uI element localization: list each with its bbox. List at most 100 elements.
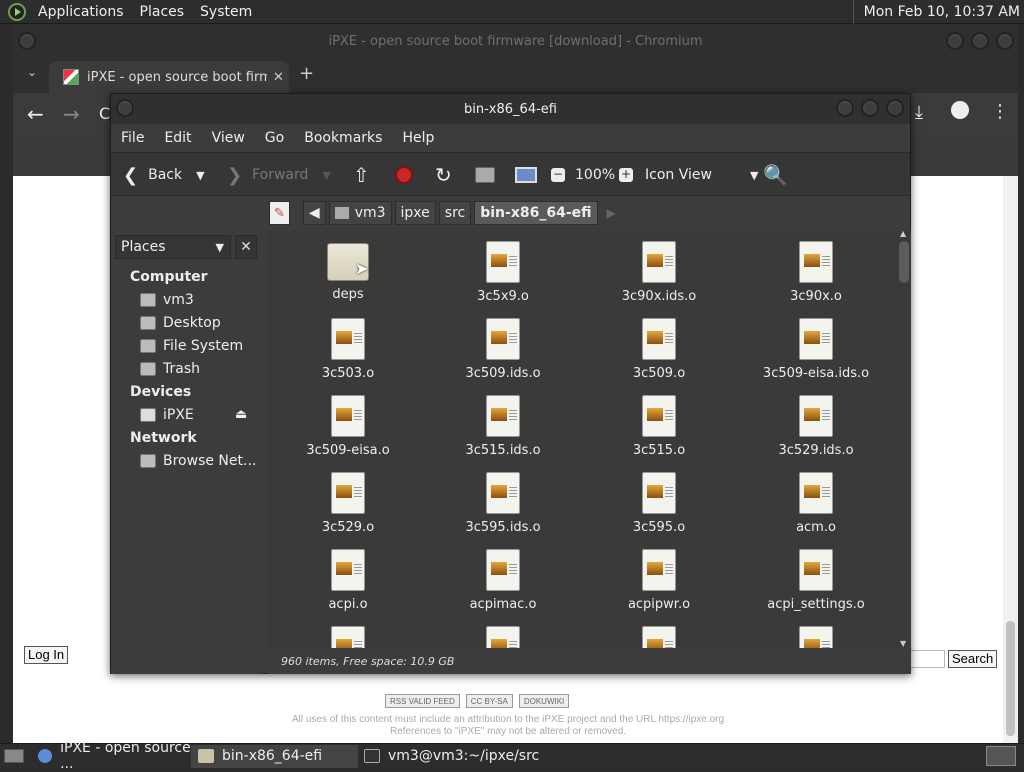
forward-button[interactable]: ❯ Forward ▼ bbox=[227, 153, 331, 197]
sidebar-item-browse-network[interactable]: Browse Net... bbox=[140, 453, 256, 469]
maximize-button[interactable] bbox=[971, 32, 989, 50]
up-arrow-icon[interactable]: ⇧ bbox=[353, 153, 370, 197]
fm-menu-go[interactable]: Go bbox=[255, 130, 294, 146]
task-file-manager[interactable]: bin-x86_64-efi bbox=[192, 744, 358, 768]
view-mode-select[interactable]: Icon View ▼ bbox=[645, 153, 758, 197]
file-item[interactable]: acpi_settings.o bbox=[751, 549, 881, 612]
menu-places[interactable]: Places bbox=[132, 4, 193, 20]
profile-avatar-icon[interactable] bbox=[951, 101, 969, 119]
file-icon-view[interactable]: deps 3c5x9.o 3c90x.ids.o 3c90x.o 3c503.o… bbox=[267, 231, 897, 648]
crumb-ipxe[interactable]: ipxe bbox=[394, 201, 436, 225]
page-scroll-thumb[interactable] bbox=[1006, 621, 1015, 736]
back-arrow-icon[interactable]: ← bbox=[27, 102, 44, 126]
fm-minimize-button[interactable] bbox=[836, 99, 854, 117]
sidebar-mode-select[interactable]: Places ▼ bbox=[115, 235, 231, 259]
file-item[interactable]: 3c509-eisa.ids.o bbox=[751, 318, 881, 381]
reload-icon[interactable]: C bbox=[99, 104, 110, 123]
sidebar-item-vm3[interactable]: vm3 bbox=[140, 292, 194, 308]
file-item[interactable]: 3c509.ids.o bbox=[438, 318, 568, 381]
task-chromium[interactable]: iPXE - open source ... bbox=[32, 740, 192, 772]
file-item[interactable]: 3c90x.ids.o bbox=[594, 241, 724, 304]
fm-window-menu-button[interactable] bbox=[116, 99, 134, 117]
file-item[interactable]: 3c503.o bbox=[283, 318, 413, 381]
file-item[interactable]: 3c595.o bbox=[594, 472, 724, 535]
search-icon[interactable]: 🔍 bbox=[763, 153, 788, 197]
computer-button[interactable] bbox=[515, 153, 537, 197]
icon-view-scroll-thumb[interactable] bbox=[899, 241, 909, 283]
fm-titlebar[interactable]: bin-x86_64-efi bbox=[111, 94, 910, 124]
download-icon[interactable]: ⤓ bbox=[915, 102, 923, 123]
eject-icon[interactable]: ⏏ bbox=[235, 407, 247, 422]
sidebar-item-trash[interactable]: Trash bbox=[140, 361, 200, 377]
browser-titlebar[interactable]: iPXE - open source boot firmware [downlo… bbox=[13, 25, 1018, 57]
browser-tab[interactable]: iPXE - open source boot firm ✕ bbox=[49, 61, 289, 93]
file-item[interactable]: 3c515.o bbox=[594, 395, 724, 458]
scroll-up-arrow-icon[interactable]: ▲ bbox=[900, 229, 906, 238]
search-button[interactable]: Search bbox=[948, 650, 998, 668]
forward-arrow-icon[interactable]: → bbox=[63, 102, 80, 126]
rss-badge[interactable]: RSS VALID FEED bbox=[385, 694, 460, 708]
file-item[interactable]: 3c515.ids.o bbox=[438, 395, 568, 458]
file-item[interactable]: deps bbox=[283, 241, 413, 302]
menu-system[interactable]: System bbox=[192, 4, 260, 20]
file-item[interactable]: 3c90x.o bbox=[751, 241, 881, 304]
tab-search-chevron-icon[interactable]: ⌄ bbox=[27, 65, 37, 79]
file-item[interactable]: 3c595.ids.o bbox=[438, 472, 568, 535]
sidebar-item-ipxe[interactable]: iPXE bbox=[140, 407, 194, 423]
forward-history-chevron-icon[interactable]: ▼ bbox=[322, 169, 330, 182]
tab-close-icon[interactable]: ✕ bbox=[273, 70, 284, 85]
stop-button[interactable] bbox=[395, 153, 413, 197]
fm-menu-help[interactable]: Help bbox=[392, 130, 444, 146]
sidebar-item-desktop[interactable]: Desktop bbox=[140, 315, 221, 331]
window-menu-button[interactable] bbox=[18, 32, 36, 50]
file-item[interactable]: 3c509-eisa.o bbox=[283, 395, 413, 458]
file-item-partial[interactable] bbox=[751, 626, 881, 648]
file-item[interactable]: 3c509.o bbox=[594, 318, 724, 381]
workspace-switcher[interactable] bbox=[986, 746, 1016, 766]
sidebar-item-file-system[interactable]: File System bbox=[140, 338, 243, 354]
fm-maximize-button[interactable] bbox=[861, 99, 879, 117]
fm-menu-view[interactable]: View bbox=[202, 130, 255, 146]
page-scrollbar[interactable] bbox=[1003, 176, 1018, 743]
menu-applications[interactable]: Applications bbox=[30, 4, 132, 20]
more-menu-icon[interactable]: ⋮ bbox=[991, 101, 1009, 122]
back-history-chevron-icon[interactable]: ▼ bbox=[196, 169, 204, 182]
file-item[interactable]: acpimac.o bbox=[438, 549, 568, 612]
clock[interactable]: Mon Feb 10, 10:37 AM bbox=[852, 0, 1024, 24]
icon-view-scrollbar[interactable]: ▲ ▼ bbox=[897, 229, 911, 648]
fm-menu-file[interactable]: File bbox=[111, 130, 154, 146]
distro-logo-icon[interactable] bbox=[8, 2, 26, 21]
file-item-partial[interactable] bbox=[438, 626, 568, 648]
file-item[interactable]: 3c529.ids.o bbox=[751, 395, 881, 458]
cc-badge[interactable]: CC BY-SA bbox=[465, 694, 513, 708]
new-tab-icon[interactable]: + bbox=[299, 63, 314, 84]
file-item[interactable]: acpi.o bbox=[283, 549, 413, 612]
fm-menu-bookmarks[interactable]: Bookmarks bbox=[294, 130, 392, 146]
login-button[interactable]: Log In bbox=[24, 646, 69, 664]
show-desktop-icon[interactable] bbox=[4, 749, 24, 763]
task-terminal[interactable]: vm3@vm3:~/ipxe/src bbox=[358, 745, 548, 768]
fm-close-button[interactable] bbox=[886, 99, 904, 117]
crumb-src[interactable]: src bbox=[438, 201, 472, 225]
crumb-vm3[interactable]: vm3 bbox=[328, 201, 392, 225]
file-item[interactable]: 3c5x9.o bbox=[438, 241, 568, 304]
sidebar-close-icon[interactable]: ✕ bbox=[235, 235, 257, 259]
file-item[interactable]: acm.o bbox=[751, 472, 881, 535]
scroll-down-arrow-icon[interactable]: ▼ bbox=[900, 639, 906, 648]
crumb-bin-x86-64-efi[interactable]: bin-x86_64-efi bbox=[474, 201, 598, 225]
home-button[interactable] bbox=[475, 153, 495, 197]
edit-location-button[interactable]: ✎ bbox=[269, 201, 290, 225]
zoom-in-button[interactable]: + bbox=[619, 153, 633, 197]
back-button[interactable]: ❮ Back ▼ bbox=[123, 153, 205, 197]
zoom-out-button[interactable]: − bbox=[551, 153, 565, 197]
file-item[interactable]: acpipwr.o bbox=[594, 549, 724, 612]
crumb-left-arrow-icon[interactable]: ◀ bbox=[302, 201, 326, 225]
close-button[interactable] bbox=[996, 32, 1014, 50]
file-item[interactable]: 3c529.o bbox=[283, 472, 413, 535]
fm-menu-edit[interactable]: Edit bbox=[154, 130, 201, 146]
minimize-button[interactable] bbox=[946, 32, 964, 50]
reload-icon[interactable]: ↻ bbox=[435, 153, 452, 197]
dokuwiki-badge[interactable]: DOKUWIKI bbox=[518, 694, 570, 708]
crumb-right-arrow-icon[interactable]: ▶ bbox=[607, 206, 616, 220]
file-item-partial[interactable] bbox=[594, 626, 724, 648]
